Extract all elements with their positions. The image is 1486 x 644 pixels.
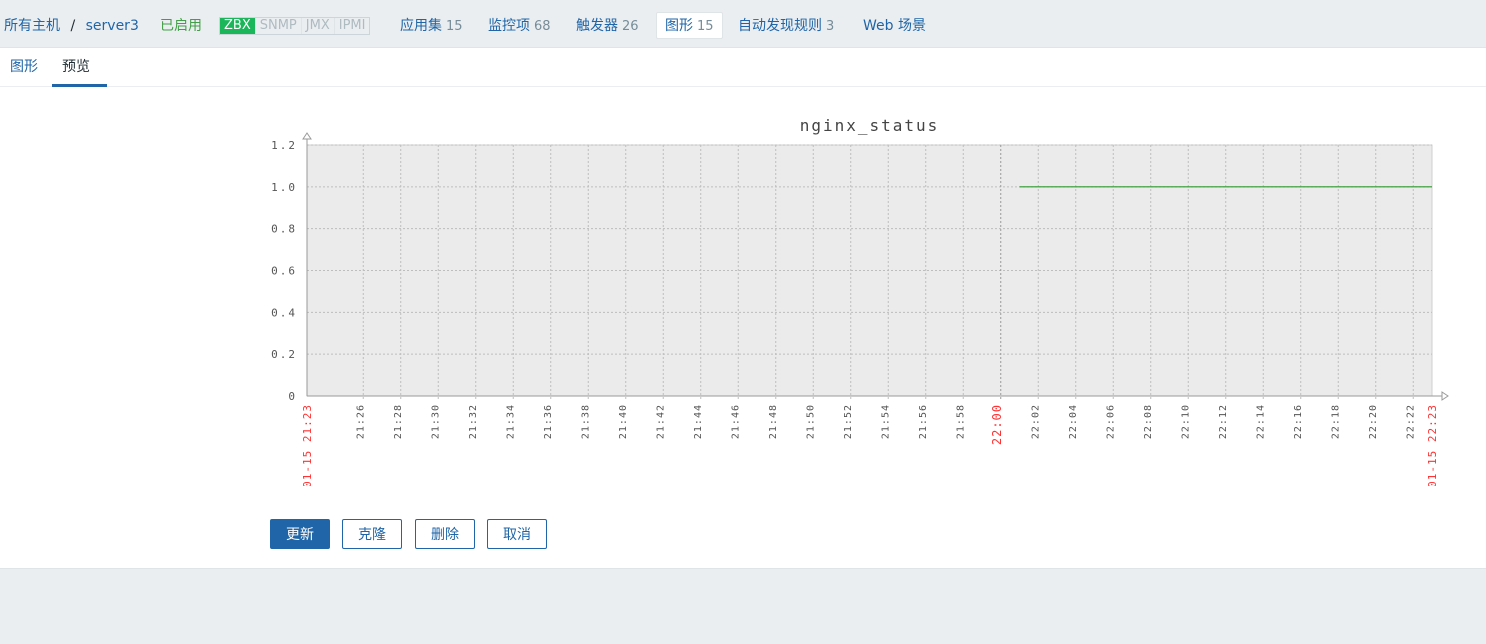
breadcrumb-separator: / [70,18,76,34]
nav-web-scenarios[interactable]: Web 场景 [863,17,926,35]
x-tick-label: 21:48 [768,404,779,439]
x-tick-label: 22:18 [1330,404,1341,439]
breadcrumb-host[interactable]: server3 [86,18,139,34]
x-tick-label: 22:12 [1218,404,1229,439]
x-tick-label: 22:16 [1293,404,1304,439]
nav-applications-label[interactable]: 应用集 [400,18,442,34]
nav-applications-count: 15 [446,19,463,34]
nav-triggers[interactable]: 触发器 26 [576,17,639,36]
x-tick-label: 21:58 [955,404,966,439]
x-tick-label: 22:00 [990,404,1004,445]
nav-applications[interactable]: 应用集 15 [400,17,463,36]
x-tick-label: 21:36 [543,404,554,439]
nav-web-scenarios-label[interactable]: Web 场景 [863,18,926,34]
delete-button[interactable]: 删除 [415,519,475,549]
graph-preview-chart: nginx_status 1.2 1.0 0.8 0.6 0.4 0.2 0 21:26 21:2… [271,116,1449,486]
tab-graph[interactable]: 图形 [0,48,48,86]
x-tick-label: 22:10 [1180,404,1191,439]
x-tick-label: 21:44 [693,404,704,439]
nav-discovery-rules[interactable]: 自动发现规则 3 [738,17,834,36]
x-tick-label: 21:30 [430,404,441,439]
update-button[interactable]: 更新 [270,519,330,549]
x-tick-label: 21:34 [505,404,516,439]
x-tick-label: 22:06 [1105,404,1116,439]
nav-discovery-rules-label[interactable]: 自动发现规则 [738,18,822,34]
zbx-badge: ZBX [220,18,255,34]
x-tick-label: 22:14 [1255,404,1266,439]
tab-preview[interactable]: 预览 [52,48,107,87]
nav-graphs-count: 15 [697,19,714,34]
jmx-badge: JMX [300,18,334,34]
y-tick-label: 0 [288,390,297,403]
y-axis-arrow [302,132,312,140]
x-tick-label: 21:52 [843,404,854,439]
y-tick-label: 1.0 [271,181,297,194]
x-start-label: 01-15 21:23 [301,404,314,486]
y-tick-label: 0.4 [271,306,297,319]
tab-bar: 图形 预览 [0,48,1486,87]
x-tick-label: 21:42 [655,404,666,439]
nav-items[interactable]: 监控项 68 [488,17,551,36]
x-tick-label: 21:28 [393,404,404,439]
nav-triggers-label[interactable]: 触发器 [576,18,618,34]
nav-triggers-count: 26 [622,19,639,34]
breadcrumb: 所有主机 / server3 [4,17,139,35]
x-tick-label: 21:32 [468,404,479,439]
snmp-badge: SNMP [254,18,301,34]
y-tick-label: 1.2 [271,139,297,152]
cancel-button[interactable]: 取消 [487,519,547,549]
x-tick-label: 21:26 [355,404,366,439]
y-tick-label: 0.8 [271,223,297,236]
chart-title: nginx_status [800,116,940,135]
x-tick-label: 22:04 [1068,404,1079,439]
ipmi-badge: IPMI [333,18,370,34]
y-tick-label: 0.6 [271,265,297,278]
graph-form-panel: 图形 预览 nginx_status 1.2 1.0 0.8 0.6 0.4 0.2 0 21:… [0,48,1486,569]
x-tick-label: 22:22 [1405,404,1416,439]
host-navigation-bar: 所有主机 / server3 已启用 ZBX SNMP JMX IPMI 应用集… [0,0,1486,48]
x-tick-label: 21:50 [805,404,816,439]
x-tick-label: 22:08 [1143,404,1154,439]
x-tick-label: 21:38 [580,404,591,439]
host-status-enabled[interactable]: 已启用 [160,17,202,35]
nav-items-label[interactable]: 监控项 [488,18,530,34]
breadcrumb-all-hosts[interactable]: 所有主机 [4,18,60,34]
nav-discovery-rules-count: 3 [826,19,835,34]
y-tick-label: 0.2 [271,348,297,361]
clone-button[interactable]: 克隆 [342,519,402,549]
x-tick-label: 21:54 [880,404,891,439]
nav-graphs-label[interactable]: 图形 [665,18,693,34]
x-axis-arrow [1441,391,1449,401]
nav-graphs[interactable]: 图形 15 [656,12,723,39]
x-tick-label: 21:46 [730,404,741,439]
x-end-label: 01-15 22:23 [1426,404,1439,486]
x-tick-label: 21:40 [618,404,629,439]
availability-badges: ZBX SNMP JMX IPMI [219,17,371,35]
x-tick-label: 22:02 [1030,404,1041,439]
x-tick-label: 22:20 [1368,404,1379,439]
nav-items-count: 68 [534,19,551,34]
x-tick-label: 21:56 [918,404,929,439]
